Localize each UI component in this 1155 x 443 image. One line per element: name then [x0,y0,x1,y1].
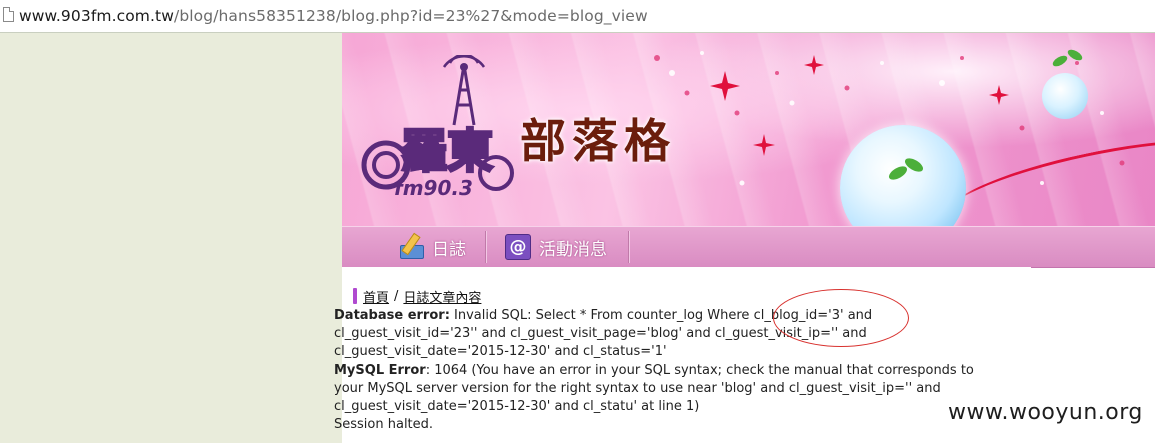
mysql-error-line-2: your MySQL server version for the right … [334,380,941,396]
breadcrumb: 首頁 / 日誌文章內容 [353,286,481,306]
url-host: www.903fm.com.tw [19,7,174,25]
db-error-line-2: cl_guest_visit_id='23'' and cl_guest_vis… [334,326,867,342]
watermark: www.wooyun.org [948,400,1143,425]
url-path: /blog/hans58351238/blog.php?id=23%27&mod… [174,7,648,25]
url-text[interactable]: www.903fm.com.tw/blog/hans58351238/blog.… [19,6,648,26]
db-error-line-3: cl_guest_visit_date='2015-12-30' and cl_… [334,344,667,360]
mysql-error-label: MySQL Error [334,362,426,378]
nav-label-events: 活動消息 [539,239,607,260]
site-banner: 羅東 fm90.3 部落格 [342,33,1155,226]
mysql-error-text-1: : 1064 (You have an error in your SQL sy… [425,362,974,378]
error-message: Database error: Invalid SQL: Select * Fr… [334,307,1034,434]
pencil-notebook-icon [398,232,424,259]
nav-label-diary: 日誌 [432,239,466,260]
nav-item-events[interactable]: @ 活動消息 [505,227,607,267]
nav-divider [628,231,630,263]
address-bar[interactable]: www.903fm.com.tw/blog/hans58351238/blog.… [0,0,1155,33]
breadcrumb-marker [353,288,357,304]
mysql-error-line-3: cl_guest_visit_date='2015-12-30' and cl_… [334,399,700,415]
db-error-line-1: Database error: Invalid SQL: Select * Fr… [334,307,1034,325]
breadcrumb-home-link[interactable]: 首頁 [363,287,389,306]
nav-item-diary[interactable]: 日誌 [398,227,466,267]
mysql-error-line-1: MySQL Error: 1064 (You have an error in … [334,362,1034,380]
breadcrumb-current-link[interactable]: 日誌文章內容 [403,287,481,306]
page-icon [3,7,14,22]
db-error-label: Database error: [334,308,450,323]
left-background [0,33,334,443]
main-nav: 日誌 @ 活動消息 [342,226,1155,268]
breadcrumb-separator: / [394,288,399,304]
annotation-circle [773,289,909,347]
nav-divider [485,231,487,263]
session-halted: Session halted. [334,417,434,433]
at-sign-icon: @ [505,234,531,260]
sparkles [654,49,1125,186]
